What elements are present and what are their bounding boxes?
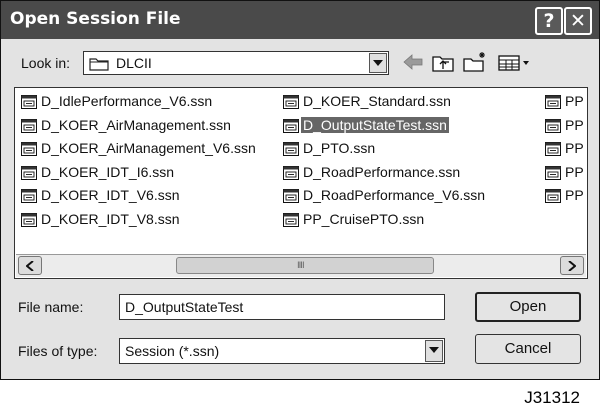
file-list[interactable]: D_IdlePerformance_V6.ssn D_KOER_AirManage…	[14, 87, 588, 279]
file-name-text: PP_CruisePTO.ssn	[303, 210, 425, 227]
session-file-icon	[21, 95, 37, 109]
file-name-text: PP	[565, 116, 584, 133]
file-name-value: D_OutputStateTest	[125, 299, 244, 315]
close-button[interactable]: ✕	[564, 7, 592, 35]
look-in-dropdown-button[interactable]	[369, 53, 387, 73]
chevron-down-icon	[373, 60, 383, 66]
file-name-text: D_KOER_Standard.ssn	[303, 93, 451, 109]
chevron-right-icon	[568, 261, 576, 271]
session-file-icon	[283, 142, 299, 156]
chevron-left-icon	[26, 261, 34, 271]
session-file-icon	[545, 189, 561, 203]
figure-id: J31312	[524, 388, 580, 407]
look-in-dropdown[interactable]: DLCII	[83, 51, 389, 75]
session-file-icon	[21, 189, 37, 203]
title-bar[interactable]: Open Session File ? ✕	[1, 1, 599, 39]
file-name-text: D_OutputStateTest.ssn	[301, 116, 449, 133]
session-file-icon	[21, 142, 37, 156]
view-menu-icon[interactable]	[496, 51, 532, 73]
file-name-text: D_KOER_IDT_I6.ssn	[41, 163, 175, 180]
file-name-text: PP	[565, 163, 584, 180]
file-name-text: PP	[565, 140, 584, 156]
session-file-icon	[545, 142, 561, 156]
cancel-button[interactable]: Cancel	[475, 334, 581, 364]
new-folder-icon[interactable]	[462, 51, 488, 73]
file-name-text: PP	[565, 187, 584, 203]
file-name-input[interactable]: D_OutputStateTest	[119, 294, 445, 320]
scroll-thumb[interactable]: IIII	[176, 257, 434, 274]
files-of-type-value: Session (*.ssn)	[125, 343, 220, 359]
session-file-icon	[545, 95, 561, 109]
session-file-icon	[545, 118, 561, 133]
scroll-right-button[interactable]	[560, 256, 584, 275]
dialog-title: Open Session File	[10, 9, 181, 29]
file-name-text: D_KOER_AirManagement_V6.ssn	[41, 140, 256, 156]
help-button[interactable]: ?	[535, 7, 563, 35]
close-icon: ✕	[570, 10, 586, 32]
file-name-label: File name:	[18, 299, 84, 315]
help-icon: ?	[543, 10, 555, 32]
look-in-label: Look in:	[21, 55, 71, 71]
session-file-icon	[545, 165, 561, 180]
chevron-down-icon	[429, 347, 439, 353]
session-file-icon	[21, 165, 37, 180]
scroll-grip: IIII	[297, 261, 305, 271]
open-session-dialog: Open Session File ? ✕ Look in: DLCII D_I…	[0, 0, 600, 380]
look-in-value: DLCII	[116, 55, 152, 71]
file-name-text: PP	[565, 93, 584, 109]
file-name-text: D_KOER_AirManagement.ssn	[41, 116, 231, 133]
file-name-text: D_KOER_IDT_V6.ssn	[41, 187, 180, 203]
session-file-icon	[21, 212, 37, 227]
session-file-icon	[283, 189, 299, 203]
files-of-type-label: Files of type:	[18, 343, 98, 359]
horizontal-scrollbar[interactable]: IIII	[16, 254, 586, 277]
folder-icon	[89, 58, 109, 71]
open-button[interactable]: Open	[475, 292, 581, 322]
session-file-icon	[283, 118, 299, 133]
file-name-text: D_IdlePerformance_V6.ssn	[41, 93, 213, 109]
file-name-text: D_RoadPerformance.ssn	[303, 163, 461, 180]
back-arrow-icon[interactable]	[401, 51, 425, 73]
files-of-type-dropdown-button[interactable]	[425, 340, 443, 362]
session-file-icon	[283, 95, 299, 109]
session-file-icon	[21, 118, 37, 133]
session-file-icon	[283, 165, 299, 180]
file-name-text: D_PTO.ssn	[303, 140, 376, 156]
scroll-left-button[interactable]	[18, 256, 42, 275]
session-file-icon	[283, 212, 299, 227]
files-of-type-dropdown[interactable]: Session (*.ssn)	[119, 338, 445, 364]
file-name-text: D_KOER_IDT_V8.ssn	[41, 210, 180, 227]
file-name-text: D_RoadPerformance_V6.ssn	[303, 187, 486, 203]
up-folder-icon[interactable]	[431, 51, 455, 73]
